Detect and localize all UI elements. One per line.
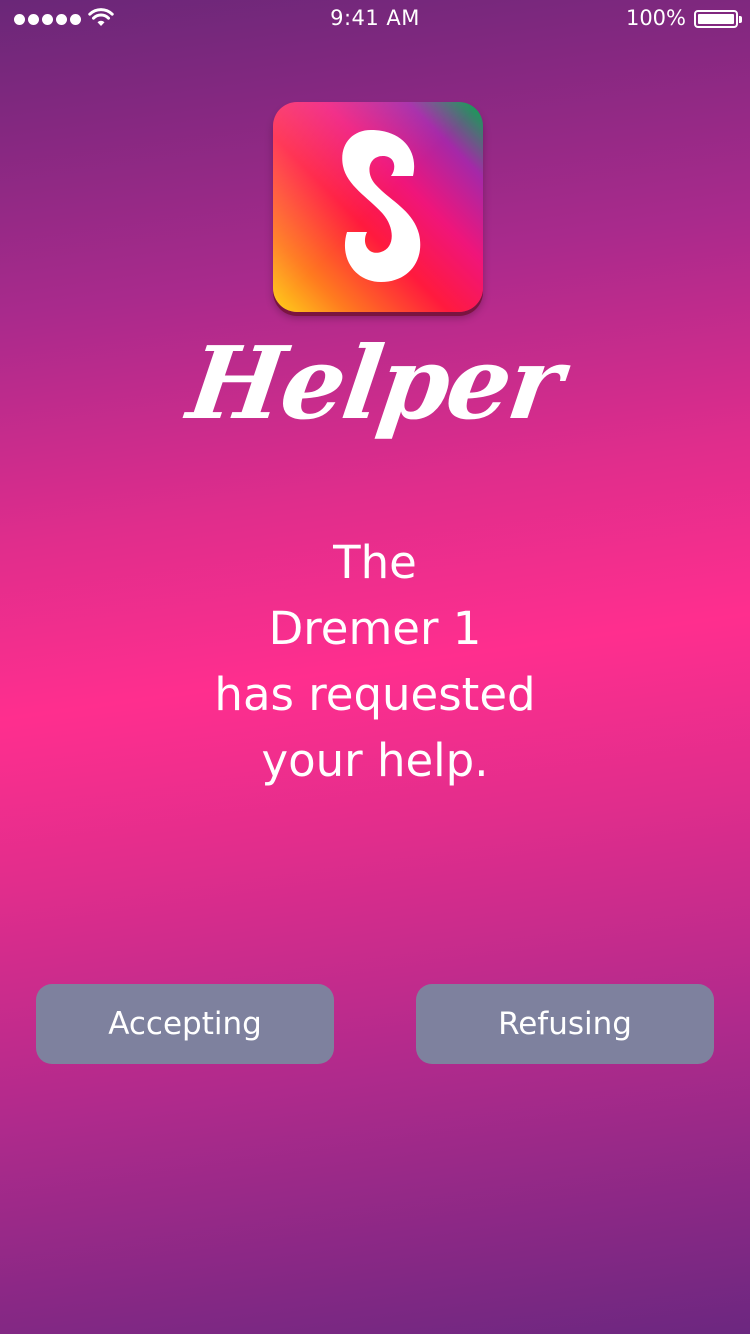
message-line: your help. xyxy=(261,734,489,787)
status-bar: 9:41 AM 100% xyxy=(0,0,750,40)
message-line: Dremer 1 xyxy=(268,602,482,655)
accept-button[interactable]: Accepting xyxy=(36,984,334,1064)
help-request-message: The Dremer 1 has requested your help. xyxy=(75,530,675,794)
message-line: The xyxy=(333,536,417,589)
refuse-button[interactable]: Refusing xyxy=(416,984,714,1064)
app-name-wordmark: Helper xyxy=(181,324,569,442)
message-line: has requested xyxy=(214,668,536,721)
battery-percent: 100% xyxy=(625,6,686,30)
app-logo-icon xyxy=(273,102,483,312)
battery-full-icon xyxy=(694,10,742,28)
